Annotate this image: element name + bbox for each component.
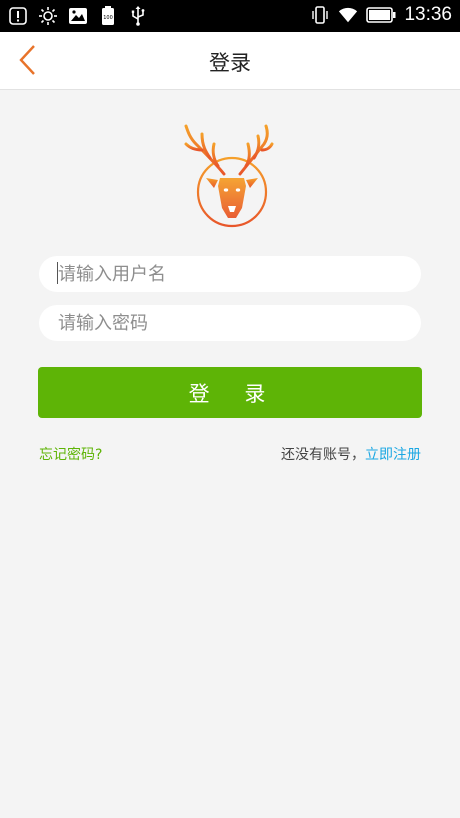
alert-icon [8,6,28,26]
register-link[interactable]: 立即注册 [365,447,421,463]
status-bar: 100 13:36 [0,0,460,32]
status-bar-right: 13:36 [310,4,452,26]
svg-text:100: 100 [103,15,113,21]
login-button[interactable]: 登 录 [38,367,422,418]
no-account-text: 还没有账号， [281,447,365,463]
wifi-icon [338,5,358,25]
status-time: 13:36 [404,4,452,25]
image-icon [68,6,88,26]
page-title: 登录 [209,51,251,75]
battery-saver-icon: 100 [98,6,118,26]
password-input[interactable] [39,305,421,341]
status-bar-left: 100 [8,6,148,26]
text-cursor [57,262,58,284]
usb-icon [128,6,148,26]
brightness-icon [38,6,58,26]
battery-icon [366,5,396,25]
vibrate-icon [310,5,330,25]
register-row: 还没有账号，立即注册 [281,444,421,464]
forgot-password-link[interactable]: 忘记密码? [39,444,102,464]
deer-logo-icon [180,124,276,230]
username-input[interactable] [39,256,421,292]
top-bar: 登录 [0,32,460,90]
